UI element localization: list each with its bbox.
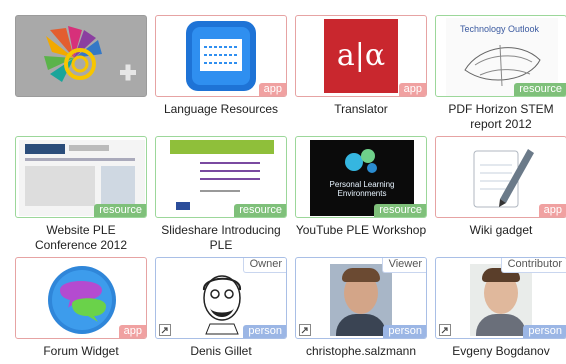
tile-wiki-gadget[interactable]: app Wiki gadget xyxy=(435,136,566,238)
tile-title: PDF Horizon STEM report 2012 xyxy=(448,102,554,131)
role-badge: Viewer xyxy=(381,258,426,273)
tile-translator[interactable]: a|α app Translator xyxy=(295,15,427,117)
tile-title: Evgeny Bogdanov xyxy=(452,344,550,358)
tile-title: Slideshare Introducing PLE xyxy=(161,223,281,252)
youtube-ple-card[interactable]: Personal Learning Environments resource xyxy=(295,136,427,218)
person-type-label: person xyxy=(523,325,566,338)
tile-youtube-ple[interactable]: Personal Learning Environments resource … xyxy=(295,136,427,238)
pdf-horizon-card[interactable]: Technology Outlook resource xyxy=(435,15,566,97)
video-title-text: Personal Learning Environments xyxy=(329,180,395,198)
blue-app-icon xyxy=(186,21,256,91)
website-ple-card[interactable]: resource xyxy=(15,136,147,218)
evgeny-card[interactable]: Contributor person xyxy=(435,257,566,339)
role-badge: Owner xyxy=(242,258,286,273)
tile-title: christophe.salzmann xyxy=(305,344,417,358)
sunflower-logo-icon xyxy=(44,26,136,82)
forum-widget-card[interactable]: app xyxy=(15,257,147,339)
tile-title: Forum Widget xyxy=(43,344,119,358)
report-cover-title: Technology Outlook xyxy=(460,24,540,34)
translator-logo-icon: a|α xyxy=(324,19,398,93)
translator-card[interactable]: a|α app xyxy=(295,15,427,97)
tile-title: Wiki gadget xyxy=(469,223,533,237)
add-widget-card[interactable] xyxy=(15,15,147,97)
tile-title: Denis Gillet xyxy=(190,344,252,358)
tile-forum-widget[interactable]: app Forum Widget xyxy=(15,257,147,359)
wiki-gadget-card[interactable]: app xyxy=(435,136,566,218)
resource-type-label: resource xyxy=(94,204,146,217)
christophe-card[interactable]: Viewer person xyxy=(295,257,427,339)
resource-type-label: resource xyxy=(514,83,566,96)
tile-title: YouTube PLE Workshop xyxy=(295,223,427,237)
shortcut-arrow-icon xyxy=(439,324,451,336)
app-type-label: app xyxy=(538,204,566,217)
tile-title: Language Resources xyxy=(163,102,279,116)
tile-pdf-horizon[interactable]: Technology Outlook resource PDF Horizon … xyxy=(435,15,566,132)
resource-type-label: resource xyxy=(234,204,286,217)
bubbles-graphic-icon xyxy=(345,149,377,173)
shortcut-arrow-icon xyxy=(299,324,311,336)
tile-add-widget[interactable] xyxy=(15,15,147,97)
notepad-pen-icon xyxy=(473,149,534,208)
person-type-label: person xyxy=(383,325,426,338)
tile-evgeny[interactable]: Contributor person Evgeny Bogdanov xyxy=(435,257,566,359)
space-items-grid: app Language Resources a|α app Translato… xyxy=(0,0,566,364)
tile-slideshare[interactable]: resource Slideshare Introducing PLE xyxy=(155,136,287,253)
tile-title: Translator xyxy=(334,102,388,116)
tile-website-ple[interactable]: resource Website PLE Conference 2012 xyxy=(15,136,147,253)
app-type-label: app xyxy=(118,325,146,338)
tile-christophe[interactable]: Viewer person christophe.salzmann xyxy=(295,257,427,359)
tile-title: Website PLE Conference 2012 xyxy=(34,223,128,252)
role-badge: Contributor xyxy=(500,258,566,273)
app-type-label: app xyxy=(258,83,286,96)
chat-bubbles-icon xyxy=(48,266,116,334)
tile-language-resources[interactable]: app Language Resources xyxy=(155,15,287,117)
language-resources-card[interactable]: app xyxy=(155,15,287,97)
app-type-label: app xyxy=(398,83,426,96)
slideshare-card[interactable]: resource xyxy=(155,136,287,218)
resource-type-label: resource xyxy=(374,204,426,217)
tile-denis-gillet[interactable]: Owner person Denis Gillet xyxy=(155,257,287,359)
person-type-label: person xyxy=(243,325,286,338)
shortcut-arrow-icon xyxy=(159,324,171,336)
denis-gillet-card[interactable]: Owner person xyxy=(155,257,287,339)
